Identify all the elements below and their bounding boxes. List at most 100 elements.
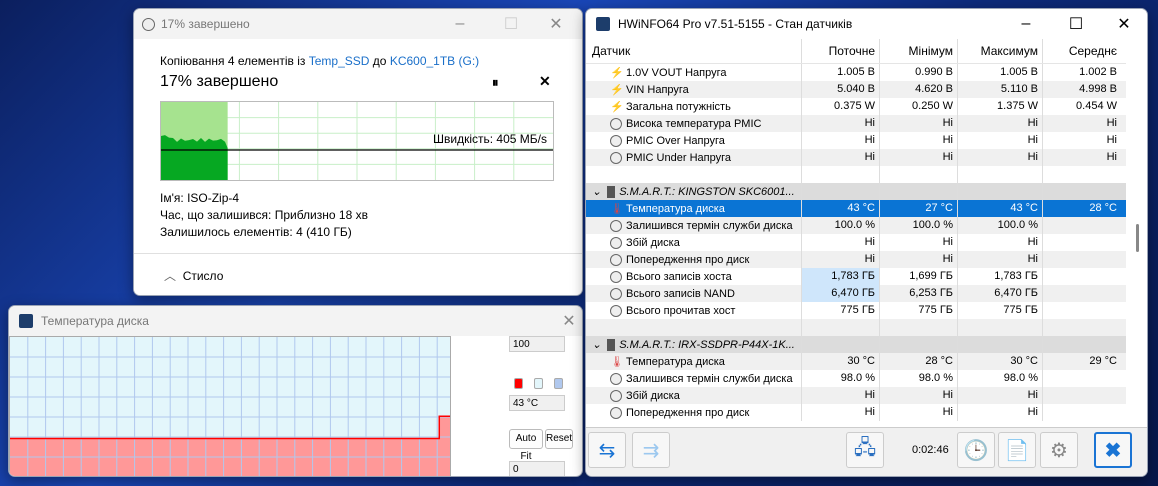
sensor-value-max: 1.375 W (957, 98, 1042, 115)
maximize-button[interactable]: ☐ (491, 9, 531, 39)
sensor-label: Всього записів хоста (626, 270, 732, 283)
expand-arrows-icon[interactable]: ⇆ (588, 432, 626, 468)
pause-button[interactable]: ⏸ (492, 75, 499, 91)
sensor-value-min: 0.250 W (879, 98, 957, 115)
name-label: Ім'я: (160, 191, 184, 205)
sensor-value-min (879, 336, 957, 353)
sensor-row[interactable] (586, 166, 1126, 183)
sensor-value-average (1042, 183, 1121, 200)
cancel-button[interactable]: ✕ (539, 73, 551, 90)
sensor-value-current: Ні (801, 251, 879, 268)
sensor-value-current: 775 ГБ (801, 302, 879, 319)
sensor-label-cell: ⌄ S.M.A.R.T.: IRX-SSDPR-P44X-1K... (586, 338, 801, 351)
status-clock-icon (610, 151, 622, 164)
sensor-value-current: Ні (801, 132, 879, 149)
chevron-down-icon[interactable]: ⌄ (592, 338, 601, 351)
add-report-icon[interactable]: 📄 (998, 432, 1036, 468)
status-clock-icon (610, 287, 622, 300)
line-color-swatch[interactable] (514, 378, 523, 389)
sensor-row[interactable]: PMIC Under Напруга Ні Ні Ні Ні (586, 149, 1126, 166)
settings-gear-icon[interactable]: ⚙ (1040, 432, 1078, 468)
sensor-row[interactable] (586, 319, 1126, 336)
grid-color-swatch[interactable] (554, 378, 563, 389)
background-color-swatch[interactable] (534, 378, 543, 389)
sensor-value-min: Ні (879, 149, 957, 166)
close-x-icon[interactable]: ✖ (1094, 432, 1132, 468)
sensor-value-current: 30 °C (801, 353, 879, 370)
sensor-list[interactable]: Датчик Поточне Мінімум Максимум Середнє … (586, 39, 1126, 426)
sensor-row[interactable]: ⚡ VIN Напруга 5.040 В 4.620 В 5.110 В 4.998 В (586, 81, 1126, 98)
sensor-row[interactable]: 🌡 Температура диска 30 °C 28 °C 30 °C 29 °C (586, 353, 1126, 370)
column-current[interactable]: Поточне (801, 39, 879, 63)
auto-fit-button[interactable]: Auto Fit (509, 429, 543, 462)
maximize-button[interactable]: ☐ (1056, 9, 1096, 39)
sensor-row[interactable]: Збій диска Ні Ні Ні (586, 387, 1126, 404)
window-title: Температура диска (41, 314, 149, 328)
collapse-arrows-icon[interactable]: ⇉ (632, 432, 670, 468)
status-clock-icon (610, 406, 622, 419)
title-bar: Температура диска ✕ (9, 306, 582, 336)
collapse-button[interactable]: ︿ Стисло (164, 267, 223, 284)
column-min[interactable]: Мінімум (879, 39, 957, 63)
sensor-value-average (1042, 166, 1121, 183)
source-link[interactable]: Temp_SSD (309, 54, 370, 68)
sensor-row[interactable]: Всього записів NAND 6,470 ГБ 6,253 ГБ 6,470… (586, 285, 1126, 302)
minimize-button[interactable]: – (1006, 9, 1046, 39)
min-value-field[interactable]: 0 (509, 461, 565, 476)
sensor-row[interactable]: Всього прочитав хост 775 ГБ 775 ГБ 775 ГБ (586, 302, 1126, 319)
status-clock-icon (610, 389, 622, 402)
sensor-row[interactable]: Висока температура PMIC Ні Ні Ні Ні (586, 115, 1126, 132)
close-button[interactable]: ✕ (536, 9, 576, 39)
clock-icon[interactable]: 🕒 (957, 432, 995, 468)
reset-button[interactable]: Reset (545, 429, 573, 449)
sensor-row[interactable]: Попередження про диск Ні Ні Ні (586, 251, 1126, 268)
sensor-row[interactable]: ⚡ 1.0V VOUT Напруга 1.005 В 0.990 В 1.005 В1… (586, 64, 1126, 81)
network-icon[interactable]: 🖧 (846, 432, 884, 468)
sensor-value-current: 100.0 % (801, 217, 879, 234)
sensor-label: Попередження про диск (626, 406, 750, 419)
max-value-field[interactable]: 100 (509, 336, 565, 352)
close-button[interactable]: ✕ (1104, 9, 1144, 39)
sensor-value-min: Ні (879, 251, 957, 268)
sensor-group-header[interactable]: ⌄ S.M.A.R.T.: KINGSTON SKC6001... (586, 183, 1126, 200)
hwinfo-sensors-window: HWiNFO64 Pro v7.51-5155 - Стан датчиків … (585, 8, 1148, 477)
thermometer-icon: 🌡 (610, 202, 624, 215)
sensor-value-average (1042, 251, 1121, 268)
sensor-value-min: 1,699 ГБ (879, 268, 957, 285)
sensor-label: Висока температура PMIC (626, 117, 762, 130)
column-sensor[interactable]: Датчик (586, 44, 801, 58)
sensor-row[interactable]: Попередження про диск Ні Ні Ні (586, 404, 1126, 421)
sensor-value-current: Ні (801, 149, 879, 166)
sensor-row[interactable]: Залишився термін служби диска 98.0 % 98.0 … (586, 370, 1126, 387)
scrollbar-thumb[interactable] (1136, 224, 1139, 252)
destination-link[interactable]: KC600_1TB (G:) (390, 54, 479, 68)
sensor-value-current: 0.375 W (801, 98, 879, 115)
column-average[interactable]: Середнє (1042, 39, 1121, 63)
sensor-row[interactable]: 🌡 Температура диска 43 °C 27 °C 43 °C 28 °C (586, 200, 1126, 217)
sensor-value-current (801, 183, 879, 200)
sensor-row[interactable]: ⚡ Загальна потужність 0.375 W 0.250 W 1.375 … (586, 98, 1126, 115)
sensor-label: Залишився термін служби диска (626, 372, 793, 385)
minimize-button[interactable]: – (440, 9, 480, 39)
time-label: Час, що залишився: (160, 208, 272, 222)
chevron-down-icon[interactable]: ⌄ (592, 185, 601, 198)
close-button[interactable]: ✕ (549, 306, 582, 336)
sensor-value-max: 1.005 В (957, 64, 1042, 81)
sensor-value-max: 30 °C (957, 353, 1042, 370)
sensor-row[interactable]: Всього записів хоста 1,783 ГБ 1,699 ГБ 1,78… (586, 268, 1126, 285)
column-max[interactable]: Максимум (957, 39, 1042, 63)
sensor-value-current: 1,783 ГБ (801, 268, 879, 285)
sensor-label-cell: Попередження про диск (586, 406, 801, 419)
sensor-row[interactable]: Залишився термін служби диска 100.0 % 100.… (586, 217, 1126, 234)
sensor-group-header[interactable]: ⌄ S.M.A.R.T.: IRX-SSDPR-P44X-1K... (586, 336, 1126, 353)
sensor-value-average (1042, 319, 1121, 336)
status-clock-icon (610, 270, 622, 283)
sensor-value-max: 100.0 % (957, 217, 1042, 234)
sensor-row[interactable]: PMIC Over Напруга Ні Ні Ні Ні (586, 132, 1126, 149)
sensor-label-cell: ⚡ Загальна потужність (586, 101, 801, 113)
sensor-row[interactable]: Збій диска Ні Ні Ні (586, 234, 1126, 251)
sensor-value-max: Ні (957, 387, 1042, 404)
sensor-label: 1.0V VOUT Напруга (626, 66, 727, 79)
sensor-label-cell: Попередження про диск (586, 253, 801, 266)
sensor-label-cell: Збій диска (586, 389, 801, 402)
